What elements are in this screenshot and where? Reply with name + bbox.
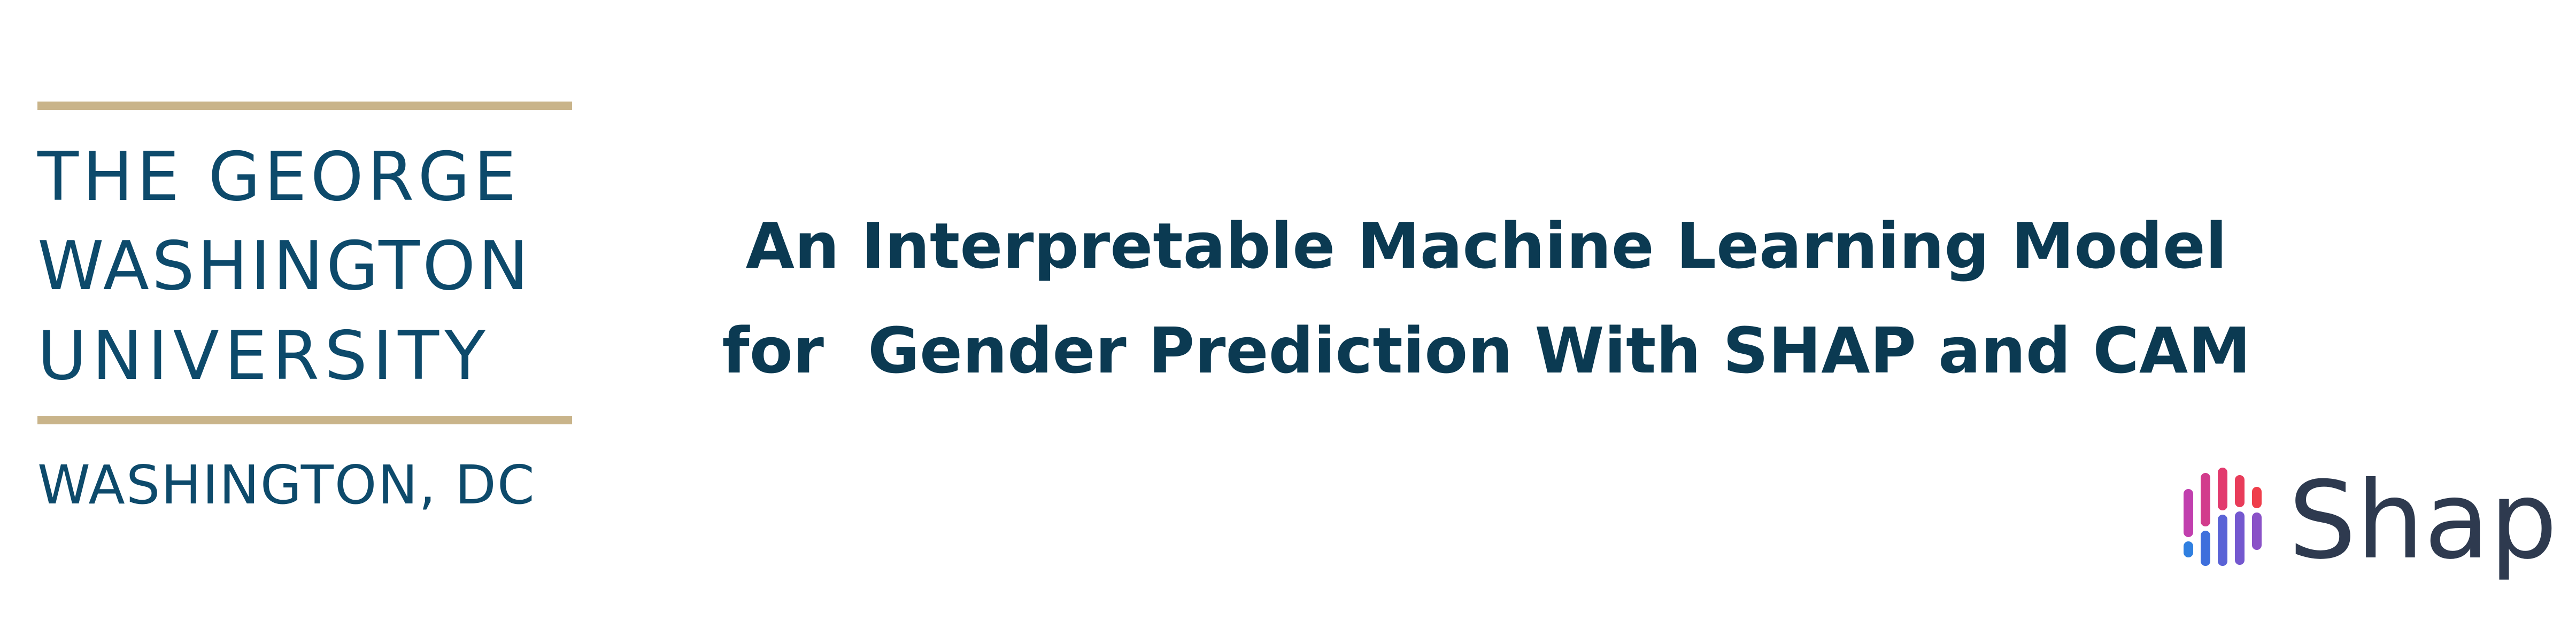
page-title: An Interpretable Machine Learning Model … <box>631 193 2342 403</box>
logo-rule-bottom <box>37 416 572 424</box>
shap-logo: Shap <box>2181 457 2566 591</box>
title-line-2: for Gender Prediction With SHAP and CAM <box>722 314 2251 387</box>
gwu-logo: THE GEORGE WASHINGTON UNIVERSITY WASHING… <box>37 102 572 524</box>
logo-location: WASHINGTON, DC <box>37 454 536 516</box>
title-line-1: An Interpretable Machine Learning Model <box>745 209 2227 283</box>
logo-line-3: UNIVERSITY <box>37 316 491 395</box>
logo-line-1: THE GEORGE <box>37 137 520 216</box>
slide-page: THE GEORGE WASHINGTON UNIVERSITY WASHING… <box>0 0 2576 621</box>
logo-rule-top <box>37 102 572 110</box>
shap-wordmark: Shap <box>2288 459 2558 583</box>
logo-line-2: WASHINGTON <box>37 227 531 305</box>
shap-bars-icon <box>2184 468 2262 566</box>
